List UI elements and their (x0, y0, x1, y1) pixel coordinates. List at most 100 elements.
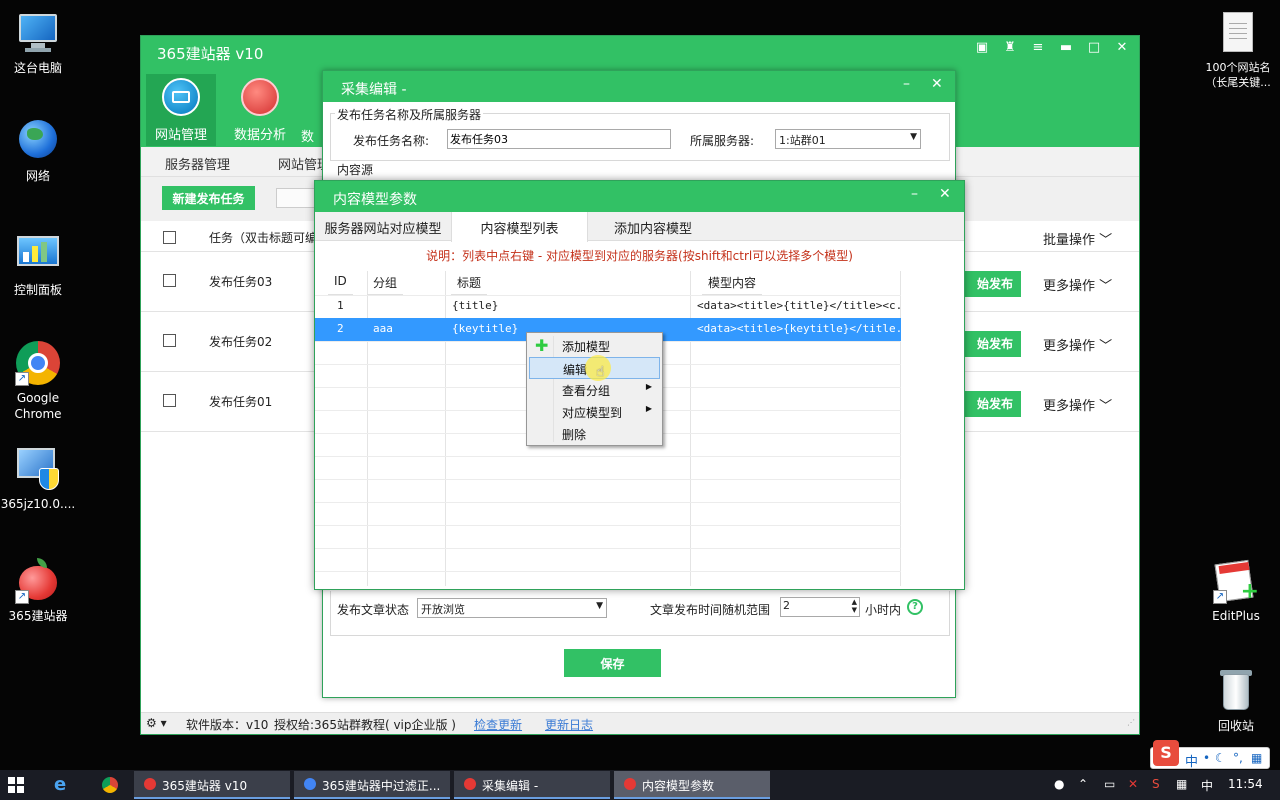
hours-label: 小时内 (865, 603, 902, 617)
taskbar-task-active[interactable]: 内容模型参数 (614, 771, 770, 799)
start-publish-button[interactable]: 始发布 (959, 331, 1021, 357)
taskbar-task-label: 365建站器中过滤正... (322, 779, 441, 793)
tray-sound-muted-icon[interactable]: ✕ (1128, 777, 1138, 791)
random-range-value: 2 (783, 599, 790, 612)
server-select[interactable]: 1:站群01 ▼ (775, 129, 921, 149)
close-icon[interactable]: ✕ (939, 186, 951, 202)
close-icon[interactable]: ✕ (1115, 40, 1129, 55)
article-status-value: 开放浏览 (421, 603, 465, 616)
maximize-icon[interactable]: □ (1087, 40, 1101, 55)
tab-model-list[interactable]: 内容模型列表 (451, 212, 588, 242)
tray-apple-icon[interactable]: ● (1054, 777, 1064, 791)
menu-icon[interactable]: ≡ (1031, 40, 1045, 55)
row-checkbox[interactable] (163, 274, 176, 287)
changelog-link[interactable]: 更新日志 (545, 716, 593, 733)
ime-lang[interactable]: 中 (1185, 751, 1198, 770)
desktop-icon-label: EditPlus (1212, 609, 1260, 623)
menu-item-map-model[interactable]: 对应模型到 ▶ (529, 401, 660, 423)
row-checkbox[interactable] (163, 394, 176, 407)
desktop-icon-editplus[interactable]: + ↗ EditPlus (1198, 558, 1274, 624)
ime-punct-icon[interactable]: • (1203, 751, 1210, 765)
tab-add-model[interactable]: 添加内容模型 (588, 212, 718, 241)
desktop-icon-installer[interactable]: 365jz10.0.... (0, 446, 76, 512)
start-publish-button[interactable]: 始发布 (959, 271, 1021, 297)
resize-grip-icon[interactable]: ⋰ (1127, 718, 1135, 727)
random-range-label: 文章发布时间随机范围 (650, 603, 771, 617)
tray-chevron-up-icon[interactable]: ⌃ (1078, 777, 1088, 791)
skin-icon[interactable]: ♜ (1003, 40, 1017, 55)
column-header-content[interactable]: 模型内容 (702, 271, 763, 295)
tab-server-site-model[interactable]: 服务器网站对应模型 (315, 212, 451, 241)
subnav-server-management[interactable]: 服务器管理 (165, 154, 230, 173)
nav-data-analysis[interactable]: 数据分析 (225, 74, 295, 146)
desktop-icon-control-panel[interactable]: 控制面板 (0, 232, 76, 298)
table-row[interactable]: 1 {title} <data><title>{title}</title><c… (315, 295, 901, 318)
row-checkbox[interactable] (163, 334, 176, 347)
random-range-spinner[interactable]: 2 ▲ ▼ (780, 597, 860, 617)
chevron-down-icon: ﹀ (1099, 339, 1113, 354)
apple-app-icon (624, 778, 636, 790)
tray-keyboard-icon[interactable]: ▦ (1176, 777, 1187, 791)
more-operations[interactable]: 更多操作 ﹀ (1043, 395, 1112, 414)
settings-gear-icon[interactable]: ⚙ ▾ (146, 716, 167, 730)
nav-site-management[interactable]: 网站管理 (146, 74, 216, 146)
column-header-id[interactable]: ID (328, 271, 353, 295)
taskbar-task[interactable]: 365建站器中过滤正... (294, 771, 450, 799)
minimize-icon[interactable]: – (911, 186, 918, 202)
ime-symbol-icon[interactable]: °, (1233, 751, 1243, 765)
more-operations[interactable]: 更多操作 ﹀ (1043, 335, 1112, 354)
desktop-icon-365[interactable]: ↗ 365建站器 (0, 558, 76, 624)
help-icon[interactable]: ? (907, 599, 923, 615)
task-name-input[interactable] (447, 129, 671, 149)
desktop-icon-chrome[interactable]: ↗ Google Chrome (0, 340, 76, 422)
clock[interactable]: 11:54 (1228, 777, 1263, 791)
new-task-button[interactable]: 新建发布任务 (162, 186, 255, 210)
select-all-checkbox[interactable] (163, 231, 176, 244)
menu-item-label: 编辑 (563, 363, 588, 377)
desktop-icon-textfile[interactable]: 100个网站名（长尾关键... (1198, 10, 1278, 90)
task-column-header: 任务（双击标题可编 (209, 231, 318, 245)
desktop-icon-recycle-bin[interactable]: 回收站 (1198, 668, 1274, 734)
status-bar: ⚙ ▾ 软件版本：v10 授权给:365站群教程( vip企业版 ) 检查更新 … (141, 712, 1139, 734)
start-publish-button[interactable]: 始发布 (959, 391, 1021, 417)
more-operations[interactable]: 更多操作 ﹀ (1043, 275, 1112, 294)
shortcut-arrow-icon: ↗ (1213, 590, 1227, 604)
tray-sogou-icon[interactable]: S (1152, 777, 1160, 791)
desktop-icon-network[interactable]: 网络 (0, 118, 76, 184)
moon-icon[interactable]: ☾ (1215, 751, 1226, 765)
desktop-icon-this-pc[interactable]: 这台电脑 (0, 10, 76, 76)
chrome-taskbar-icon[interactable] (94, 772, 126, 798)
chat-icon[interactable]: ▣ (975, 40, 989, 55)
sogou-logo-icon[interactable]: S (1153, 740, 1179, 766)
batch-operations[interactable]: 批量操作 ﹀ (1043, 229, 1112, 248)
menu-item-label: 添加模型 (562, 340, 611, 354)
menu-item-label: 查看分组 (562, 384, 611, 398)
column-header-group[interactable]: 分组 (367, 271, 404, 295)
menu-item-delete[interactable]: 删除 (529, 423, 660, 445)
shortcut-arrow-icon: ↗ (15, 372, 29, 386)
chrome-icon: ↗ (15, 340, 61, 386)
save-button[interactable]: 保存 (564, 649, 661, 677)
desktop-icon-label: 365jz10.0.... (0, 497, 76, 511)
menu-item-view-group[interactable]: 查看分组 ▶ (529, 379, 660, 401)
taskbar-task-label: 365建站器 v10 (162, 779, 248, 793)
taskbar-task[interactable]: 采集编辑 - (454, 771, 610, 799)
taskbar-task-label: 采集编辑 - (482, 779, 539, 793)
cell-id: 1 (337, 299, 344, 312)
taskbar-task[interactable]: 365建站器 v10 (134, 771, 290, 799)
keyboard-icon[interactable]: ▦ (1251, 751, 1262, 765)
ie-icon[interactable]: e (48, 772, 80, 798)
tray-network-icon[interactable]: ▭ (1104, 777, 1115, 791)
column-header-title[interactable]: 标题 (451, 271, 488, 295)
windows-start-icon[interactable] (8, 777, 24, 793)
tray-input-language[interactable]: 中 (1201, 777, 1213, 794)
check-update-link[interactable]: 检查更新 (474, 716, 522, 733)
minimize-icon[interactable]: ▬ (1059, 40, 1073, 55)
menu-item-add-model[interactable]: ✚ 添加模型 (529, 335, 660, 357)
minimize-icon[interactable]: – (903, 76, 910, 92)
close-icon[interactable]: ✕ (931, 76, 943, 92)
main-window-title: 365建站器 v10 (157, 45, 264, 63)
apple-app-icon: ↗ (15, 558, 61, 604)
article-status-select[interactable]: 开放浏览 ▼ (417, 598, 607, 618)
spinner-arrows-icon[interactable]: ▲ ▼ (852, 598, 857, 614)
